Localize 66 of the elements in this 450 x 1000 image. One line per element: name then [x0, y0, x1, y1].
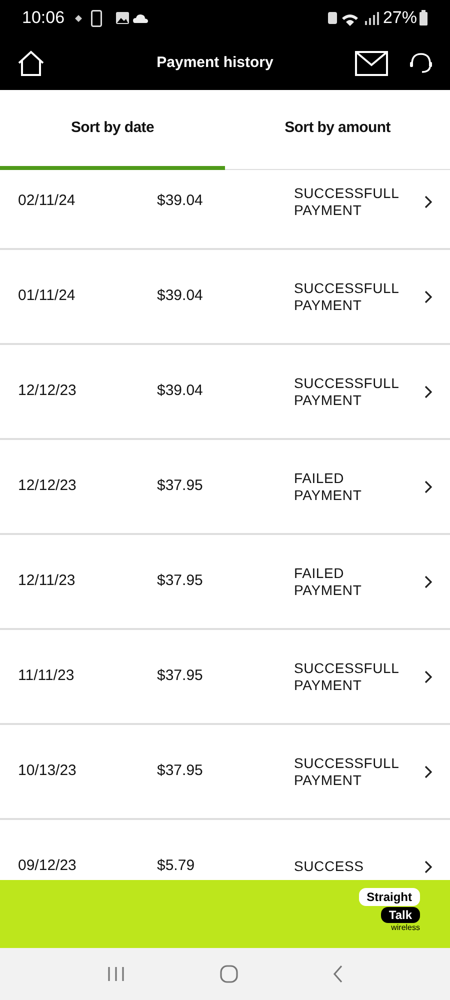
- back-button[interactable]: [332, 965, 343, 983]
- payment-date: 09/12/23: [18, 856, 78, 876]
- home-nav-button[interactable]: [220, 965, 238, 983]
- chevron-right-icon: [424, 480, 433, 494]
- payment-amount: $37.95: [157, 761, 204, 782]
- payment-status: SUCCESSFULL PAYMENT: [294, 754, 400, 788]
- payment-row[interactable]: 02/11/24 $39.04 SUCCESSFULL PAYMENT: [0, 170, 450, 250]
- home-nav-icon: [220, 965, 238, 983]
- sim-icon: [328, 12, 337, 24]
- recent-apps-button[interactable]: [107, 966, 126, 982]
- chevron-right-icon: [424, 670, 433, 684]
- payment-row[interactable]: 10/13/23 $37.95 SUCCESSFULL PAYMENT: [0, 725, 450, 820]
- page-title: Payment history: [156, 52, 274, 73]
- logo-sub-text: wireless: [391, 923, 420, 932]
- battery-percent: 27%: [382, 7, 417, 30]
- cloud-icon: [132, 14, 149, 22]
- image-icon: [116, 12, 129, 24]
- payment-row[interactable]: 12/12/23 $37.95 FAILED PAYMENT: [0, 440, 450, 535]
- payment-amount: $39.04: [157, 286, 204, 306]
- mail-button[interactable]: [354, 48, 388, 78]
- payment-amount: $37.95: [157, 476, 204, 496]
- recent-apps-icon: [107, 966, 126, 982]
- payment-status: SUCCESSFULL PAYMENT: [294, 280, 400, 314]
- status-time: 10:06: [22, 7, 65, 30]
- back-icon: [332, 965, 343, 983]
- payment-status: SUCCESSFULL PAYMENT: [294, 660, 400, 694]
- chevron-right-icon: [424, 384, 433, 398]
- diamond-icon: [74, 14, 82, 22]
- chevron-right-icon: [424, 764, 433, 778]
- sort-tab[interactable]: Sort by amount: [225, 90, 450, 170]
- signal-icon: [364, 12, 379, 24]
- payment-date: 10/13/23: [18, 761, 78, 782]
- chevron-right-icon: [424, 574, 433, 588]
- envelope-icon: [354, 50, 388, 76]
- logo-top-text: Straight: [358, 888, 420, 906]
- headset-icon: [409, 52, 433, 74]
- chevron-right-icon: [424, 194, 433, 208]
- payment-status: FAILED PAYMENT: [294, 564, 363, 598]
- payment-amount: $39.04: [157, 381, 204, 402]
- payment-amount: $39.04: [157, 191, 204, 212]
- payment-date: 12/11/23: [18, 571, 76, 592]
- payment-status: FAILED PAYMENT: [294, 470, 363, 504]
- payment-row[interactable]: 12/11/23 $37.95 FAILED PAYMENT: [0, 535, 450, 630]
- home-button[interactable]: [16, 48, 46, 78]
- payment-row[interactable]: 12/12/23 $39.04 SUCCESSFULL PAYMENT: [0, 345, 450, 440]
- payment-date: 01/11/24: [18, 286, 76, 306]
- phone-icon: [90, 10, 102, 26]
- payment-date: 12/12/23: [18, 381, 78, 402]
- support-button[interactable]: [408, 50, 434, 76]
- payment-date: 02/11/24: [18, 191, 76, 212]
- payment-amount: $37.95: [157, 571, 204, 592]
- payment-status: SUCCESS: [294, 858, 365, 875]
- logo-bottom-text: Talk: [380, 907, 420, 923]
- payment-row[interactable]: 01/11/24 $39.04 SUCCESSFULL PAYMENT: [0, 250, 450, 345]
- home-icon: [17, 50, 45, 76]
- chevron-right-icon: [424, 860, 433, 874]
- payment-status: SUCCESSFULL PAYMENT: [294, 184, 400, 218]
- payment-status: SUCCESSFULL PAYMENT: [294, 374, 400, 408]
- payment-amount: $5.79: [157, 856, 196, 876]
- chevron-right-icon: [424, 290, 433, 304]
- payment-date: 12/12/23: [18, 476, 78, 496]
- battery-icon: [419, 10, 428, 26]
- sort-tab[interactable]: Sort by date: [0, 90, 225, 170]
- payment-amount: $37.95: [157, 666, 204, 686]
- payment-row[interactable]: 11/11/23 $37.95 SUCCESSFULL PAYMENT: [0, 630, 450, 725]
- payment-date: 11/11/23: [18, 666, 76, 686]
